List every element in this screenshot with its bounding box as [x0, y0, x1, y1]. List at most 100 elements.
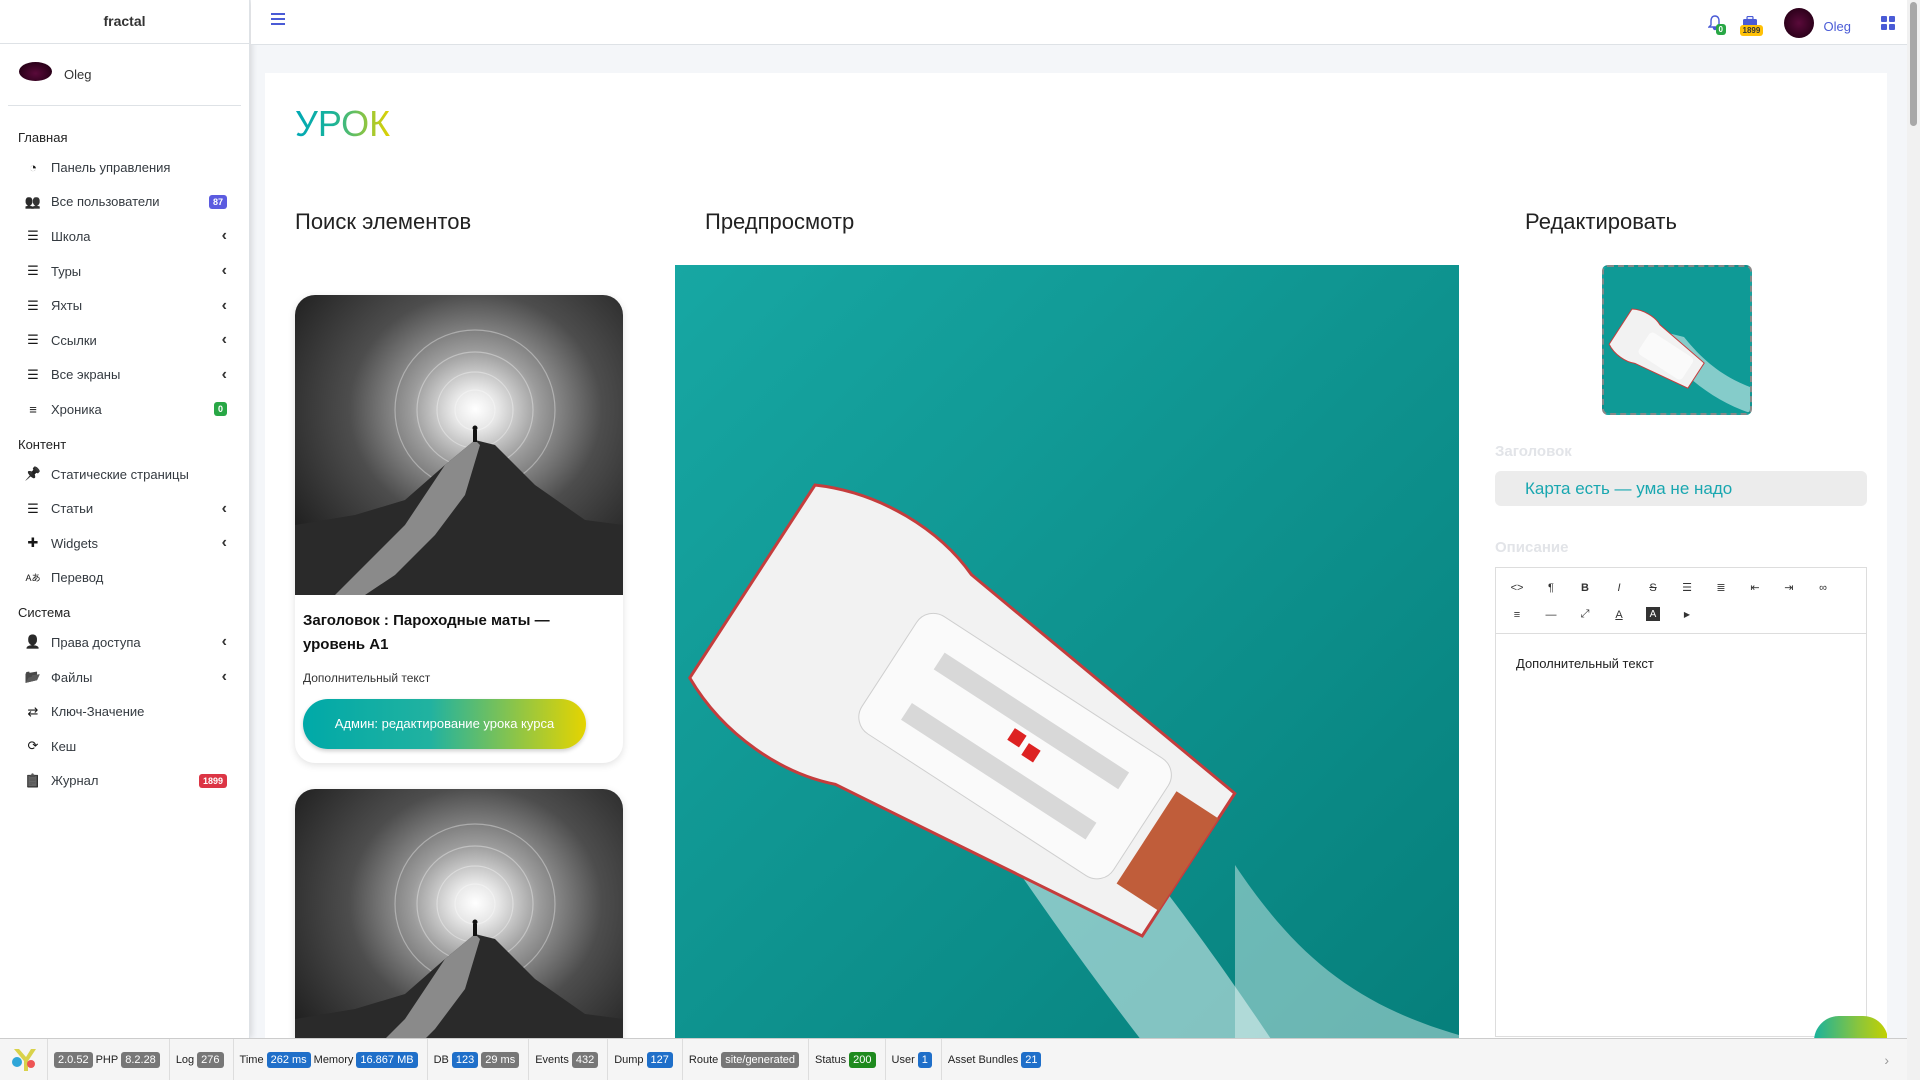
strikethrough-icon[interactable]: S — [1636, 574, 1670, 601]
sidebar-item[interactable]: ⇄ Ключ-Значение — [0, 694, 249, 729]
log-button[interactable]: 1899 — [1739, 16, 1764, 36]
ordered-list-icon[interactable]: ≣ — [1704, 574, 1738, 601]
sidebar-item-label: Яхты — [51, 298, 83, 314]
assets-value: 21 — [1021, 1051, 1042, 1068]
dbg-log[interactable]: Log 276 — [170, 1038, 234, 1080]
db-time: 29 ms — [481, 1051, 520, 1068]
dbg-status[interactable]: Status 200 — [809, 1038, 886, 1080]
fullscreen-icon[interactable]: ⤢ — [1568, 601, 1602, 628]
user-label: User — [891, 1053, 915, 1066]
editor-content[interactable]: Дополнительный текст — [1496, 634, 1866, 693]
font-color-icon[interactable]: A — [1602, 601, 1636, 628]
dbg-user[interactable]: User 1 — [886, 1038, 942, 1080]
sidebar-item[interactable]: ✚ Widgets ‹ — [0, 526, 249, 561]
sync-icon: ⟳ — [27, 738, 39, 754]
sidebar-nav: Главная ◔ Панель управления 👥 Все пользовате… — [0, 106, 249, 798]
sidebar-item[interactable]: ⟳ Кеш — [0, 729, 249, 764]
link-icon[interactable]: ∞ — [1806, 574, 1840, 601]
php-label: PHP — [95, 1053, 119, 1066]
user-name[interactable]: Oleg — [64, 67, 91, 82]
clipboard-icon: 📋 — [24, 772, 42, 788]
element-image — [295, 789, 623, 1038]
sidebar-item[interactable]: ☰ Туры ‹ — [0, 254, 249, 289]
horizontal-rule-icon[interactable]: — — [1534, 601, 1568, 628]
sidebar-item[interactable]: 📂 Файлы ‹ — [0, 660, 249, 695]
sidebar-item-label: Туры — [51, 263, 82, 279]
lesson-card: УРОК Поиск элементов Предпросмотр Редакт… — [265, 73, 1887, 1038]
chevron-left-icon: ‹ — [221, 331, 227, 349]
background-color-icon[interactable]: A — [1646, 607, 1660, 621]
video-icon[interactable]: ▶ — [1670, 601, 1704, 628]
align-icon[interactable]: ≡ — [1500, 601, 1534, 628]
sidebar-item-label: Панель управления — [51, 159, 171, 175]
apps-button[interactable] — [1881, 16, 1895, 30]
edit-column-title: Редактировать — [1525, 209, 1677, 234]
scrollbar-thumb[interactable] — [1910, 2, 1917, 126]
sidebar-item[interactable]: 📌 Статические страницы — [0, 457, 249, 492]
assets-label: Asset Bundles — [947, 1053, 1019, 1066]
stream-icon: ≡ — [29, 401, 37, 417]
paragraph-icon[interactable]: ¶ — [1534, 574, 1568, 601]
exchange-icon: ⇄ — [27, 703, 39, 719]
dbg-assets[interactable]: Asset Bundles 21 — [942, 1039, 1051, 1080]
list-icon: ☰ — [27, 263, 39, 279]
sidebar-item[interactable]: ☰ Школа ‹ — [0, 219, 249, 254]
time-value: 262 ms — [266, 1051, 311, 1068]
sidebar-item[interactable]: 👤 Права доступа ‹ — [0, 625, 249, 660]
memory-value: 16.867 MB — [356, 1051, 418, 1068]
dbg-db[interactable]: DB 123 29 ms — [428, 1038, 530, 1080]
element-card[interactable]: Заголовок : Пароходные маты — уровень А1… — [295, 295, 623, 763]
sidebar-item-label: Ссылки — [51, 332, 97, 348]
sidebar-item-label: Хроника — [51, 401, 102, 417]
italic-icon[interactable]: I — [1602, 574, 1636, 601]
sidebar-item[interactable]: 👥 Все пользователи 87 — [0, 185, 249, 220]
indent-icon[interactable]: ⇥ — [1772, 574, 1806, 601]
page-scrollbar[interactable] — [1907, 0, 1920, 1080]
status-value: 200 — [849, 1051, 876, 1068]
top-user-name: Oleg — [1823, 18, 1851, 34]
db-queries: 123 — [451, 1051, 479, 1068]
route-value: site/generated — [721, 1051, 799, 1068]
element-card[interactable] — [295, 789, 623, 1038]
dbg-dump[interactable]: Dump 127 — [608, 1038, 683, 1080]
code-view-icon[interactable]: <> — [1500, 574, 1534, 601]
yii-logo-icon[interactable] — [0, 1038, 48, 1080]
yii-version: 2.0.52 — [54, 1051, 93, 1068]
language-icon: Aあ — [25, 573, 41, 584]
page-title: УРОК — [295, 103, 391, 144]
bold-icon[interactable]: B — [1568, 574, 1602, 601]
floating-action-button[interactable] — [1814, 1016, 1887, 1038]
sidebar-item[interactable]: ☰ Яхты ‹ — [0, 288, 249, 323]
dump-label: Dump — [614, 1053, 644, 1066]
top-avatar — [1783, 8, 1814, 38]
dbg-version[interactable]: 2.0.52 PHP 8.2.28 — [48, 1038, 170, 1080]
sidebar-item-label: Widgets — [51, 535, 98, 551]
unordered-list-icon[interactable]: ☰ — [1670, 574, 1704, 601]
user-panel[interactable]: Oleg — [8, 44, 241, 106]
sidebar-item[interactable]: ☰ Ссылки ‹ — [0, 323, 249, 358]
sidebar-item[interactable]: ☰ Все экраны ‹ — [0, 358, 249, 393]
log-badge: 1899 — [1739, 25, 1764, 36]
outdent-icon[interactable]: ⇤ — [1738, 574, 1772, 601]
menu-toggle-icon[interactable] — [271, 12, 285, 30]
chevron-left-icon: ‹ — [221, 262, 227, 280]
route-label: Route — [688, 1053, 719, 1066]
notifications-button[interactable]: 0 — [1707, 15, 1726, 35]
dbg-route[interactable]: Route site/generated — [683, 1038, 809, 1080]
folder-icon: 📂 — [24, 669, 42, 685]
chevron-right-icon[interactable]: › — [1884, 1052, 1889, 1068]
image-thumbnail[interactable] — [1602, 265, 1752, 415]
dbg-events[interactable]: Events 432 — [529, 1038, 609, 1080]
dashboard-icon: ◔ — [29, 159, 37, 175]
brand-link[interactable]: fractal — [0, 0, 249, 44]
time-label: Time — [239, 1053, 264, 1066]
sidebar-item[interactable]: ☰ Статьи ‹ — [0, 491, 249, 526]
sidebar-item[interactable]: Aあ Перевод — [0, 561, 249, 596]
sidebar-item[interactable]: 📋 Журнал 1899 — [0, 764, 249, 799]
user-menu[interactable]: Oleg — [1783, 8, 1851, 38]
sidebar-item[interactable]: ≡ Хроника 0 — [0, 392, 249, 427]
sidebar-item[interactable]: ◔ Панель управления — [0, 150, 249, 185]
edit-lesson-button[interactable]: Админ: редактирование урока курса — [303, 699, 586, 749]
heading-input[interactable]: Карта есть — ума не надо — [1495, 471, 1867, 506]
dbg-time[interactable]: Time 262 ms Memory 16.867 MB — [234, 1038, 428, 1080]
